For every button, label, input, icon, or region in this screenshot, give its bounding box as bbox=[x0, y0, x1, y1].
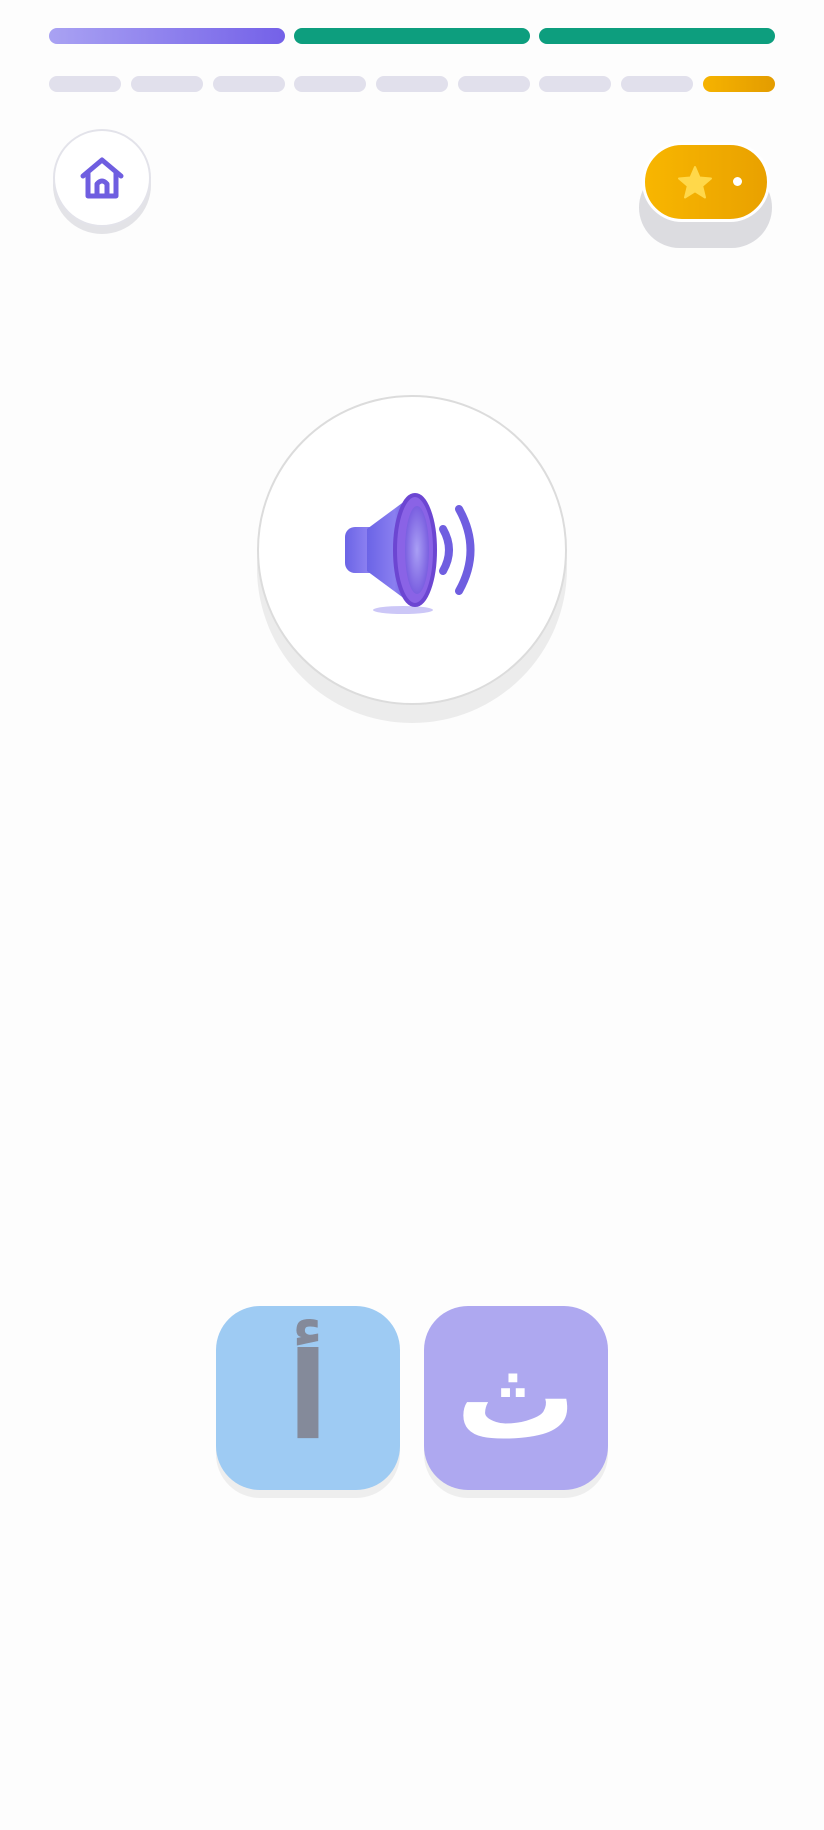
step-indicator bbox=[539, 76, 611, 92]
choice-card[interactable]: أ bbox=[216, 1306, 400, 1490]
progress-segment-complete bbox=[294, 28, 530, 44]
speaker-icon bbox=[345, 493, 475, 614]
star-icon bbox=[678, 166, 712, 199]
indicator-dot bbox=[733, 177, 742, 186]
step-progress bbox=[49, 76, 775, 92]
lesson-progress-bar bbox=[49, 28, 775, 44]
home-icon bbox=[80, 157, 124, 199]
play-audio-button[interactable] bbox=[257, 395, 567, 705]
step-indicator bbox=[49, 76, 121, 92]
progress-segment-complete bbox=[539, 28, 775, 44]
choice-letter: ث bbox=[455, 1328, 577, 1467]
step-indicator bbox=[621, 76, 693, 92]
choice-letter: أ bbox=[287, 1328, 329, 1467]
step-indicator bbox=[376, 76, 448, 92]
home-button[interactable] bbox=[53, 129, 151, 227]
star-rewards-button[interactable] bbox=[642, 142, 770, 222]
step-indicator-active bbox=[703, 76, 775, 92]
step-indicator bbox=[131, 76, 203, 92]
step-indicator bbox=[213, 76, 285, 92]
choice-card[interactable]: ث bbox=[424, 1306, 608, 1490]
step-indicator bbox=[294, 76, 366, 92]
progress-segment-current bbox=[49, 28, 285, 44]
step-indicator bbox=[458, 76, 530, 92]
